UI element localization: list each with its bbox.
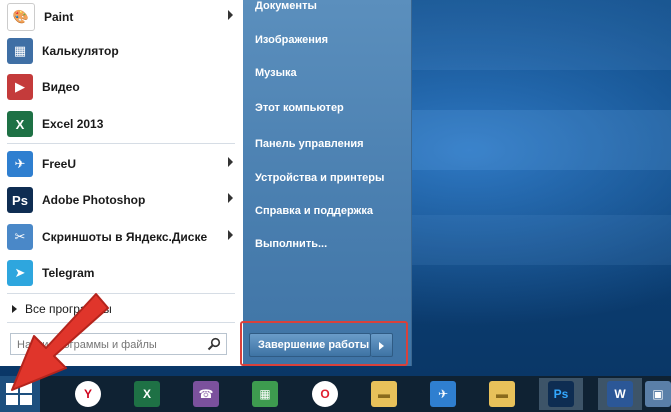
places-link[interactable]: Справка и поддержка xyxy=(255,205,373,217)
taskbar-button[interactable]: ▬ xyxy=(480,378,524,410)
places-link[interactable]: Музыка xyxy=(255,67,297,79)
photoshop-icon: Ps xyxy=(7,187,33,213)
submenu-arrow-icon[interactable] xyxy=(228,157,233,167)
program-label: Excel 2013 xyxy=(42,117,104,131)
search-icon[interactable] xyxy=(207,337,221,351)
file-explorer-icon: ▬ xyxy=(371,381,397,407)
image-viewer-icon: ▣ xyxy=(645,381,671,407)
program-label: FreeU xyxy=(42,157,77,171)
places-link[interactable]: Панель управления xyxy=(255,138,364,150)
taskbar-button[interactable]: W xyxy=(598,378,642,410)
file-explorer-2-icon: ▬ xyxy=(489,381,515,407)
freeu-icon: ✈ xyxy=(7,151,33,177)
wallpaper-light-beam xyxy=(405,215,671,265)
telegram-icon: ➤ xyxy=(7,260,33,286)
submenu-arrow-icon[interactable] xyxy=(228,10,233,20)
shutdown-button[interactable]: Завершение работы xyxy=(249,333,371,357)
video-icon: ▶ xyxy=(7,74,33,100)
freeu-taskbar-icon: ✈ xyxy=(430,381,456,407)
program-item-photoshop[interactable]: Ps Adobe Photoshop xyxy=(0,183,243,217)
program-item-telegram[interactable]: ➤ Telegram xyxy=(0,256,243,290)
yandex-screenshot-icon: ✂ xyxy=(7,224,33,250)
opera-icon: O xyxy=(312,381,338,407)
program-item-excel[interactable]: X Excel 2013 xyxy=(0,107,243,141)
places-link[interactable]: Устройства и принтеры xyxy=(255,172,384,184)
taskbar-button[interactable]: ▣ xyxy=(645,378,671,410)
program-label: Adobe Photoshop xyxy=(42,193,146,207)
word-icon: W xyxy=(607,381,633,407)
wallpaper-light-beam xyxy=(405,110,671,170)
taskbar-button[interactable]: X xyxy=(125,378,169,410)
calculator-icon: ▦ xyxy=(7,38,33,64)
program-label: Telegram xyxy=(42,266,95,280)
shutdown-label: Завершение работы xyxy=(258,339,370,351)
excel-icon: X xyxy=(7,111,33,137)
taskbar-button[interactable]: ▦ xyxy=(243,378,287,410)
taskbar-button[interactable]: ▬ xyxy=(362,378,406,410)
program-label: Paint xyxy=(44,10,74,24)
places-link[interactable]: Выполнить... xyxy=(255,238,327,250)
red-pointer-arrow xyxy=(11,293,109,391)
program-list-divider xyxy=(7,143,235,144)
program-item-video[interactable]: ▶ Видео xyxy=(0,70,243,104)
places-link[interactable]: Документы xyxy=(255,0,317,12)
submenu-arrow-icon[interactable] xyxy=(228,193,233,203)
submenu-arrow-icon[interactable] xyxy=(228,230,233,240)
program-label: Видео xyxy=(42,80,80,94)
places-link[interactable]: Изображения xyxy=(255,34,328,46)
program-item-yandex-screenshot[interactable]: ✂ Скриншоты в Яндекс.Диске xyxy=(0,220,243,254)
photoshop-taskbar-icon: Ps xyxy=(548,381,574,407)
program-item-freeu[interactable]: ✈ FreeU xyxy=(0,147,243,181)
excel-taskbar-icon: X xyxy=(134,381,160,407)
program-label: Калькулятор xyxy=(42,44,119,58)
program-item-paint[interactable]: 🎨 Paint xyxy=(0,0,243,34)
taskbar-button[interactable]: O xyxy=(303,378,347,410)
shutdown-options-button[interactable] xyxy=(371,333,393,357)
viber-icon: ☎ xyxy=(193,381,219,407)
taskbar-button[interactable]: ☎ xyxy=(184,378,228,410)
taskbar-button[interactable]: ✈ xyxy=(421,378,465,410)
program-label: Скриншоты в Яндекс.Диске xyxy=(42,230,208,244)
taskbar-button[interactable]: Ps xyxy=(539,378,583,410)
places-link[interactable]: Этот компьютер xyxy=(255,102,344,114)
wallpaper-light-beam xyxy=(405,0,671,70)
program-item-calculator[interactable]: ▦ Калькулятор xyxy=(0,34,243,68)
excel-workbook-icon: ▦ xyxy=(252,381,278,407)
paint-icon: 🎨 xyxy=(7,3,35,31)
